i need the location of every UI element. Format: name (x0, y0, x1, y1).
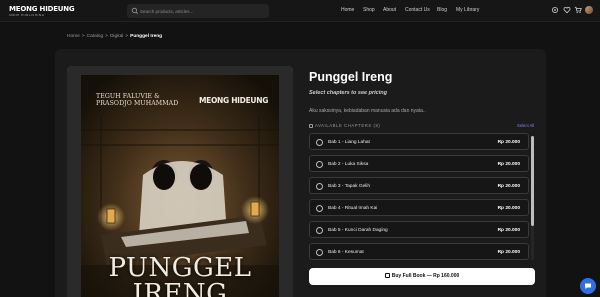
chapter-price: Rp 20.000 (497, 249, 520, 255)
breadcrumb-catalog[interactable]: Catalog (87, 34, 104, 39)
logo-tagline: INDIE PUBLISHING (9, 13, 45, 17)
chapter-price: Rp 20.000 (497, 205, 520, 211)
chapter-item[interactable]: Bab 3 - Tapak Gelih Rp 20.000 (309, 177, 529, 194)
chapter-name: Bab 6 - Kesumat (328, 249, 364, 255)
chapter-name: Bab 4 - Ritual Imah Kai (328, 205, 378, 211)
nav-shop[interactable]: Shop (363, 7, 375, 13)
nav-my-library[interactable]: My Library (456, 7, 479, 13)
cart-icon (384, 273, 390, 279)
chapter-item[interactable]: Bab 1 - Liang Lahat Rp 20.000 (309, 133, 529, 150)
nav-about[interactable]: About (383, 7, 396, 13)
chat-button[interactable] (580, 278, 596, 294)
scrollbar-thumb[interactable] (531, 136, 534, 226)
chapter-price: Rp 20.000 (497, 139, 520, 145)
breadcrumb-current: Punggel Ireng (130, 34, 163, 39)
chapter-name: Bab 5 - Kunci Darah Daging (328, 227, 388, 233)
cover-title: PUNGGEL IRENG (108, 253, 252, 297)
logo-text: MEONG HIDEUNG (9, 5, 75, 13)
chapter-name: Bab 3 - Tapak Gelih (328, 183, 371, 189)
chapter-checkbox[interactable] (316, 138, 323, 146)
product-description: Aku sakssinya, kebiadaban manusia ada da… (309, 108, 426, 114)
top-navbar: MEONG HIDEUNG INDIE PUBLISHING Home Shop… (0, 0, 600, 22)
breadcrumb-separator: > (125, 34, 129, 39)
breadcrumb: Home > Catalog > Digital > Punggel Ireng (67, 34, 162, 39)
pricing-hint: Select chapters to see pricing (309, 90, 387, 96)
chapter-name: Bab 1 - Liang Lahat (328, 139, 370, 145)
product-title: Punggel Ireng (309, 70, 393, 84)
select-all-link[interactable]: Select All (517, 123, 534, 128)
chapter-list-scrollbar[interactable] (531, 136, 534, 260)
book-icon (309, 123, 313, 128)
breadcrumb-separator: > (81, 34, 85, 39)
chapter-item[interactable]: Bab 4 - Ritual Imah Kai Rp 20.000 (309, 199, 529, 216)
avatar[interactable] (585, 6, 593, 14)
nav-contact-us[interactable]: Contact Us (405, 7, 430, 13)
nav-home[interactable]: Home (341, 7, 354, 13)
cover-brand-logo: MEONG HIDEUNG (199, 96, 269, 105)
chapter-checkbox[interactable] (316, 248, 323, 256)
cart-icon[interactable] (574, 6, 582, 14)
buy-full-book-label: Buy Full Book — Rp 160.000 (391, 273, 460, 280)
chapter-name: Bab 2 - Luka Siksa (328, 161, 369, 167)
cover-author-line-2: PRASODJO MUHAMMAD (96, 100, 179, 107)
chapter-item[interactable]: Bab 2 - Luka Siksa Rp 20.000 (309, 155, 529, 172)
chapters-heading: AVAILABLE CHAPTERS (8) (309, 123, 380, 128)
heart-icon[interactable] (563, 6, 571, 14)
book-cover-image[interactable]: TEGUH FALUVIE & PRASODJO MUHAMMAD MEONG … (81, 75, 279, 297)
breadcrumb-digital[interactable]: Digital (110, 34, 123, 39)
search-bar (127, 4, 269, 18)
chapter-price: Rp 20.000 (497, 183, 520, 189)
search-input[interactable] (140, 6, 260, 16)
chapters-heading-label: AVAILABLE CHAPTERS (8) (315, 123, 381, 128)
breadcrumb-home[interactable]: Home (67, 34, 80, 39)
chapter-checkbox[interactable] (316, 182, 323, 190)
buy-full-book-button[interactable]: Buy Full Book — Rp 160.000 (309, 268, 535, 285)
chapter-item[interactable]: Bab 5 - Kunci Darah Daging Rp 20.000 (309, 221, 529, 238)
chapter-checkbox[interactable] (316, 226, 323, 234)
cover-authors: TEGUH FALUVIE & PRASODJO MUHAMMAD (96, 93, 178, 107)
breadcrumb-separator: > (105, 34, 108, 39)
nav-blog[interactable]: Blog (437, 7, 447, 13)
chapter-checkbox[interactable] (316, 204, 323, 212)
chat-icon (585, 283, 591, 289)
chapter-checkbox[interactable] (316, 160, 323, 168)
chapter-list[interactable]: Bab 1 - Liang Lahat Rp 20.000 Bab 2 - Lu… (309, 131, 535, 263)
chapter-price: Rp 20.000 (497, 161, 520, 167)
site-logo[interactable]: MEONG HIDEUNG INDIE PUBLISHING (9, 5, 75, 17)
chapter-item[interactable]: Bab 6 - Kesumat Rp 20.000 (309, 243, 529, 260)
chapter-price: Rp 20.000 (497, 227, 520, 233)
search-icon (131, 7, 139, 15)
settings-icon[interactable] (551, 6, 559, 14)
cover-author-line-1: TEGUH FALUVIE & (96, 93, 160, 100)
